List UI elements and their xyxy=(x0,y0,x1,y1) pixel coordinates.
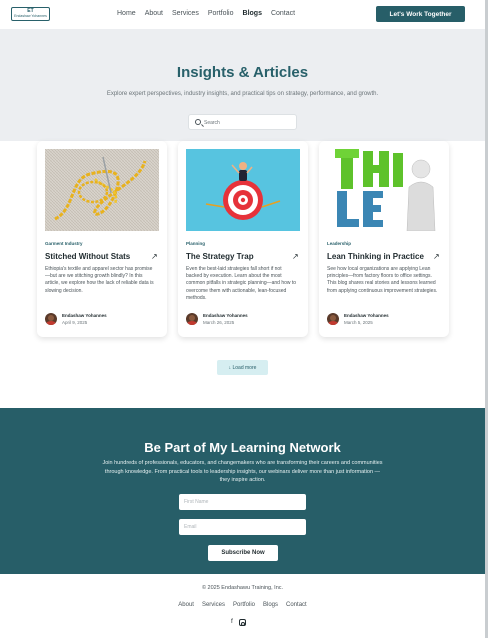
stitched-fabric-image xyxy=(45,149,159,231)
nav-portfolio[interactable]: Portfolio xyxy=(208,10,234,17)
card-title[interactable]: The Strategy Trap xyxy=(186,252,254,261)
author-name: Endashaw Yohannes xyxy=(344,313,389,318)
email-field[interactable] xyxy=(179,519,306,535)
card-excerpt: Even the best-laid strategies fall short… xyxy=(186,266,297,301)
nav-contact[interactable]: Contact xyxy=(271,10,295,17)
load-more-button[interactable]: ↓ Load more xyxy=(217,360,268,375)
avatar xyxy=(327,313,339,325)
footer-link-services[interactable]: Services xyxy=(202,602,225,608)
footer-link-about[interactable]: About xyxy=(178,602,194,608)
footer-link-portfolio[interactable]: Portfolio xyxy=(233,602,255,608)
card-title[interactable]: Lean Thinking in Practice xyxy=(327,252,424,261)
nav-about[interactable]: About xyxy=(145,10,163,17)
newsletter-text: Join hundreds of professionals, educator… xyxy=(102,460,383,483)
card-category: Leadership xyxy=(327,241,352,246)
nav-home[interactable]: Home xyxy=(117,10,136,17)
search-icon xyxy=(195,119,201,125)
target-image xyxy=(186,149,300,231)
nav-services[interactable]: Services xyxy=(172,10,199,17)
post-date: March 5, 2025 xyxy=(344,320,373,325)
arrow-up-right-icon[interactable]: ↗ xyxy=(433,252,440,261)
arrow-down-icon: ↓ xyxy=(228,364,232,371)
footer-link-contact[interactable]: Contact xyxy=(286,602,307,608)
nav-blogs[interactable]: Blogs xyxy=(243,10,262,17)
copyright: © 2025 Endashawu Training, Inc. xyxy=(201,585,284,591)
avatar xyxy=(186,313,198,325)
card-excerpt: See how local organizations are applying… xyxy=(327,266,438,294)
first-name-field[interactable] xyxy=(179,494,306,510)
card-category: Garment Industry xyxy=(45,241,83,246)
footer-nav: About Services Portfolio Blogs Contact xyxy=(0,602,485,608)
instagram-icon[interactable] xyxy=(238,619,246,626)
arrow-up-right-icon[interactable]: ↗ xyxy=(292,252,299,261)
subscribe-button[interactable]: Subscribe Now xyxy=(208,545,278,561)
author-name: Endashaw Yohannes xyxy=(62,313,107,318)
page-title: Insights & Articles xyxy=(176,64,309,81)
blog-card[interactable]: Garment Industry Stitched Without Stats … xyxy=(37,141,167,337)
social-links: f xyxy=(231,618,246,626)
hero-section: Insights & Articles Explore expert persp… xyxy=(0,29,485,141)
page-subtitle: Explore expert perspectives, industry in… xyxy=(106,91,379,97)
load-more-label: Load more xyxy=(232,364,257,371)
site-footer: © 2025 Endashawu Training, Inc. About Se… xyxy=(0,574,485,638)
avatar xyxy=(45,313,57,325)
facebook-icon[interactable]: f xyxy=(231,618,233,626)
think-lean-image xyxy=(327,149,441,231)
newsletter-section: Be Part of My Learning Network Join hund… xyxy=(0,408,485,574)
card-excerpt: Ethiopia's textile and apparel sector ha… xyxy=(45,266,154,294)
logo-text: Endashaw Yohannes xyxy=(14,14,47,18)
post-date: April 9, 2025 xyxy=(62,320,88,325)
blog-card[interactable]: Planning The Strategy Trap ↗ Even the be… xyxy=(178,141,308,337)
site-logo[interactable]: ET Endashaw Yohannes xyxy=(11,7,50,21)
site-header: ET Endashaw Yohannes Home About Services… xyxy=(0,0,485,29)
lets-work-together-button[interactable]: Let's Work Together xyxy=(376,6,465,22)
arrow-up-right-icon[interactable]: ↗ xyxy=(151,252,158,261)
search-box[interactable] xyxy=(188,114,297,130)
author-name: Endashaw Yohannes xyxy=(203,313,248,318)
blog-card[interactable]: Leadership Lean Thinking in Practice ↗ S… xyxy=(319,141,449,337)
card-title[interactable]: Stitched Without Stats xyxy=(45,252,130,261)
card-category: Planning xyxy=(186,241,205,246)
post-date: March 26, 2025 xyxy=(203,320,235,325)
search-input[interactable] xyxy=(204,117,292,128)
footer-link-blogs[interactable]: Blogs xyxy=(263,602,278,608)
main-nav: Home About Services Portfolio Blogs Cont… xyxy=(117,10,295,17)
newsletter-title: Be Part of My Learning Network xyxy=(144,440,341,455)
